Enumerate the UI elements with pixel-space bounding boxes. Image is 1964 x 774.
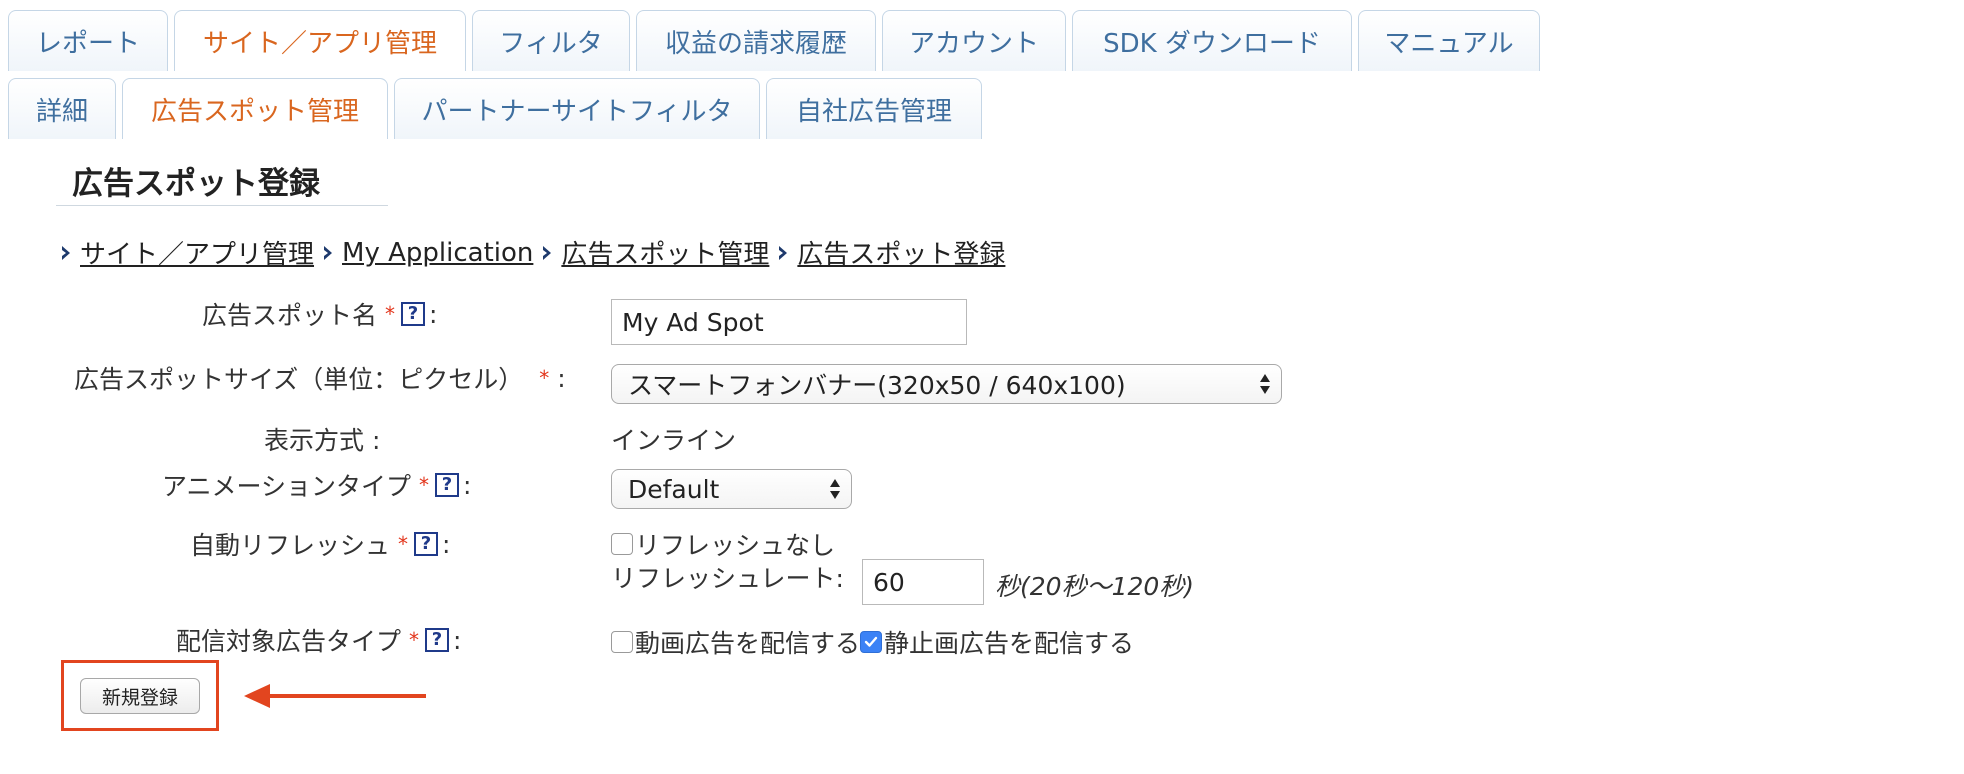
annotation-arrow-icon xyxy=(244,684,426,708)
video-ad-label: 動画広告を配信する xyxy=(635,629,861,658)
tab-details[interactable]: 詳細 xyxy=(8,78,116,139)
display-method-value: インライン xyxy=(611,426,737,455)
label-colon: : xyxy=(429,299,438,329)
required-mark: * xyxy=(398,532,409,556)
select-arrows-icon xyxy=(1260,374,1270,394)
tab-sdk-download[interactable]: SDK ダウンロード xyxy=(1072,10,1352,71)
tab-label: 収益の請求履歴 xyxy=(664,28,847,59)
ad-type-label-row: 配信対象広告タイプ * ? : xyxy=(176,622,461,658)
required-mark: * xyxy=(419,473,430,497)
page-title: 広告スポット登録 xyxy=(56,158,388,206)
animation-type-selected: Default xyxy=(628,474,720,504)
animation-type-select[interactable]: Default xyxy=(611,469,852,509)
spot-size-select[interactable]: スマートフォンバナー(320x50 / 640x100) xyxy=(611,364,1282,404)
required-mark: * xyxy=(539,366,550,390)
breadcrumb-ad-spot-registration[interactable]: 広告スポット登録 xyxy=(797,234,1005,271)
spot-name-label-row: 広告スポット名 * ? : xyxy=(202,296,437,332)
video-ad-checkbox[interactable] xyxy=(611,631,633,653)
tab-filter[interactable]: フィルタ xyxy=(472,10,630,71)
static-ad-label: 静止画広告を配信する xyxy=(884,629,1135,658)
required-mark: * xyxy=(409,628,420,652)
chevron-right-icon xyxy=(324,245,333,260)
tab-partner-site-filter[interactable]: パートナーサイトフィルタ xyxy=(394,78,760,139)
register-button-label: 新規登録 xyxy=(101,686,178,709)
tab-site-app-management[interactable]: サイト／アプリ管理 xyxy=(174,10,466,71)
tab-manual[interactable]: マニュアル xyxy=(1358,10,1540,71)
label-colon: : xyxy=(442,529,451,559)
chevron-right-icon xyxy=(543,245,552,260)
tab-label: 詳細 xyxy=(35,96,88,127)
spot-size-label-row: 広告スポットサイズ（単位：ピクセル） * : xyxy=(74,360,566,396)
tab-billing-history[interactable]: 収益の請求履歴 xyxy=(636,10,876,71)
ad-type-label: 配信対象広告タイプ xyxy=(176,627,402,656)
tab-ad-spot-management[interactable]: 広告スポット管理 xyxy=(122,78,388,139)
static-ad-checkbox[interactable] xyxy=(860,631,883,653)
spot-size-selected: スマートフォンバナー(320x50 / 640x100) xyxy=(628,371,1126,400)
tab-account[interactable]: アカウント xyxy=(882,10,1066,71)
label-colon: : xyxy=(453,625,462,655)
no-refresh-checkbox[interactable] xyxy=(611,533,633,555)
help-icon[interactable]: ? xyxy=(414,532,439,556)
help-icon[interactable]: ? xyxy=(435,473,460,497)
chevron-right-icon xyxy=(62,245,70,260)
sub-tab-bar: 詳細 広告スポット管理 パートナーサイトフィルタ 自社広告管理 xyxy=(8,78,988,139)
tab-label: SDK ダウンロード xyxy=(1103,28,1321,59)
breadcrumb: サイト／アプリ管理 My Application 広告スポット管理 広告スポット… xyxy=(58,234,1011,271)
no-refresh-row: リフレッシュなし xyxy=(611,526,835,562)
spot-name-input[interactable] xyxy=(611,299,967,345)
spot-name-label: 広告スポット名 xyxy=(202,301,378,330)
label-colon: : xyxy=(463,470,472,500)
no-refresh-label: リフレッシュなし xyxy=(635,531,836,560)
tab-label: アカウント xyxy=(909,28,1040,59)
tab-label: パートナーサイトフィルタ xyxy=(421,96,733,127)
animation-type-label: アニメーションタイプ xyxy=(162,472,412,501)
ad-type-options: 動画広告を配信する 静止画広告を配信する xyxy=(611,624,1134,660)
display-method-label-row: 表示方式 : xyxy=(264,421,380,457)
refresh-rate-label: リフレッシュレート: xyxy=(611,564,844,593)
display-method-label: 表示方式 : xyxy=(264,426,381,455)
spot-size-label: 広告スポットサイズ（単位：ピクセル） xyxy=(74,365,524,394)
auto-refresh-label-row: 自動リフレッシュ * ? : xyxy=(190,526,450,562)
register-button[interactable]: 新規登録 xyxy=(80,678,200,714)
tab-label: フィルタ xyxy=(499,28,603,59)
breadcrumb-ad-spot-management[interactable]: 広告スポット管理 xyxy=(561,234,769,271)
breadcrumb-my-application[interactable]: My Application xyxy=(342,238,533,268)
help-icon[interactable]: ? xyxy=(425,628,450,652)
label-colon: : xyxy=(557,363,566,393)
tab-label: 自社広告管理 xyxy=(795,96,952,127)
main-tab-bar: レポート サイト／アプリ管理 フィルタ 収益の請求履歴 アカウント SDK ダウ… xyxy=(8,10,1546,71)
tab-label: レポート xyxy=(35,28,140,59)
select-arrows-icon xyxy=(830,479,840,499)
checkmark-icon xyxy=(864,636,878,647)
tab-report[interactable]: レポート xyxy=(8,10,168,71)
breadcrumb-site-app-management[interactable]: サイト／アプリ管理 xyxy=(80,234,314,271)
tab-own-ad-management[interactable]: 自社広告管理 xyxy=(766,78,982,139)
help-icon[interactable]: ? xyxy=(401,302,426,326)
refresh-rate-row: リフレッシュレート: xyxy=(611,559,844,595)
refresh-rate-hint: 秒(20秒〜120秒) xyxy=(995,572,1195,601)
refresh-rate-input[interactable] xyxy=(862,559,984,605)
animation-type-label-row: アニメーションタイプ * ? : xyxy=(162,467,471,503)
tab-label: 広告スポット管理 xyxy=(150,96,359,127)
tab-label: サイト／アプリ管理 xyxy=(202,28,437,59)
auto-refresh-label: 自動リフレッシュ xyxy=(190,531,391,560)
tab-label: マニュアル xyxy=(1384,28,1514,59)
chevron-right-icon xyxy=(779,245,788,260)
required-mark: * xyxy=(385,302,396,326)
